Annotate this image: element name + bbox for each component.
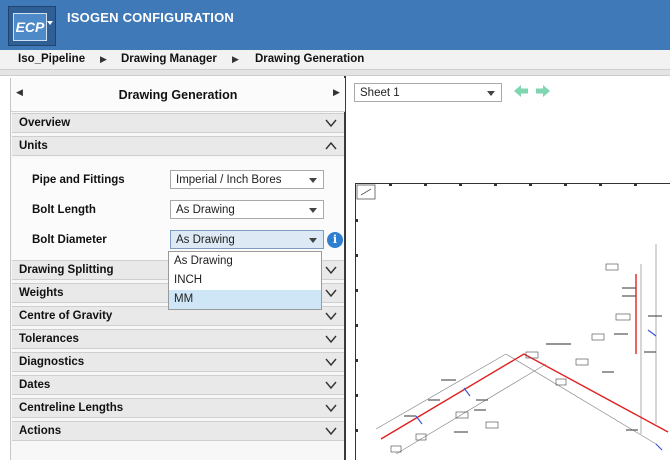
- chevron-down-icon: [325, 266, 337, 275]
- breadcrumb: Iso_Pipeline ▶ Drawing Manager ▶ Drawing…: [0, 50, 670, 70]
- breadcrumb-separator-icon: ▶: [232, 54, 239, 64]
- units-body: Pipe and Fittings Imperial / Inch Bores …: [12, 159, 344, 263]
- app-logo-button[interactable]: ECP: [8, 6, 56, 46]
- pipe-fittings-label: Pipe and Fittings: [32, 174, 125, 186]
- section-label: Actions: [19, 425, 62, 437]
- section-centreline-lengths[interactable]: Centreline Lengths: [12, 398, 344, 418]
- chevron-down-icon: [325, 404, 337, 413]
- dropdown-option-as-drawing[interactable]: As Drawing: [169, 252, 321, 271]
- breadcrumb-separator-icon: ▶: [100, 54, 107, 64]
- info-icon[interactable]: i: [327, 232, 343, 248]
- section-units[interactable]: Units: [12, 136, 344, 156]
- bolt-diameter-dropdown-list: As Drawing INCH MM: [168, 251, 322, 310]
- isometric-drawing-preview[interactable]: [355, 183, 670, 460]
- breadcrumb-item-drawing-generation[interactable]: Drawing Generation: [255, 53, 364, 65]
- section-tolerances[interactable]: Tolerances: [12, 329, 344, 349]
- section-diagnostics[interactable]: Diagnostics: [12, 352, 344, 372]
- section-label: Weights: [19, 287, 64, 299]
- section-label: Drawing Splitting: [19, 264, 114, 276]
- section-label: Dates: [19, 379, 51, 391]
- section-label: Units: [19, 140, 48, 152]
- arrow-right-icon[interactable]: [535, 84, 551, 98]
- next-page-icon[interactable]: ▶: [333, 87, 340, 98]
- chevron-down-icon: [309, 238, 317, 243]
- chevron-down-icon: [487, 91, 495, 96]
- dropdown-option-mm[interactable]: MM: [169, 290, 321, 309]
- section-actions[interactable]: Actions: [12, 421, 344, 441]
- select-value: Sheet 1: [360, 87, 400, 99]
- breadcrumb-item-iso-pipeline[interactable]: Iso_Pipeline: [18, 53, 85, 65]
- arrow-left-icon[interactable]: [513, 84, 529, 98]
- drawing-viewer: Sheet 1: [346, 76, 670, 460]
- section-label: Centre of Gravity: [19, 310, 113, 322]
- section-label: Centreline Lengths: [19, 402, 124, 414]
- bolt-diameter-select[interactable]: As Drawing: [170, 230, 324, 249]
- bolt-length-label: Bolt Length: [32, 204, 96, 216]
- isometric-drawing: [355, 183, 669, 455]
- title-bar: ECP ISOGEN CONFIGURATION: [0, 0, 670, 50]
- section-label: Tolerances: [19, 333, 79, 345]
- select-value: As Drawing: [176, 234, 235, 246]
- panel-header: ◀ Drawing Generation ▶: [11, 78, 345, 112]
- dropdown-option-inch[interactable]: INCH: [169, 271, 321, 290]
- bolt-diameter-label: Bolt Diameter: [32, 234, 107, 246]
- chevron-up-icon: [325, 141, 337, 150]
- chevron-down-icon: [325, 358, 337, 367]
- sheet-select[interactable]: Sheet 1: [354, 83, 502, 102]
- chevron-down-icon: [325, 312, 337, 321]
- section-overview[interactable]: Overview: [12, 113, 344, 133]
- section-label: Diagnostics: [19, 356, 85, 368]
- chevron-down-icon: [325, 289, 337, 298]
- chevron-down-icon: [309, 178, 317, 183]
- pipe-fittings-select[interactable]: Imperial / Inch Bores: [170, 170, 324, 189]
- app-title: ISOGEN CONFIGURATION: [67, 10, 234, 25]
- breadcrumb-item-drawing-manager[interactable]: Drawing Manager: [121, 53, 217, 65]
- chevron-down-icon: [325, 381, 337, 390]
- chevron-down-icon: [325, 119, 337, 128]
- select-value: Imperial / Inch Bores: [176, 174, 282, 186]
- select-value: As Drawing: [176, 204, 235, 216]
- panel-title: Drawing Generation: [118, 88, 238, 102]
- logo-dropdown-icon: [47, 21, 53, 25]
- section-label: Overview: [19, 117, 71, 129]
- bolt-length-select[interactable]: As Drawing: [170, 200, 324, 219]
- chevron-down-icon: [325, 335, 337, 344]
- chevron-down-icon: [325, 427, 337, 436]
- app-logo: ECP: [13, 13, 47, 41]
- section-dates[interactable]: Dates: [12, 375, 344, 395]
- chevron-down-icon: [309, 208, 317, 213]
